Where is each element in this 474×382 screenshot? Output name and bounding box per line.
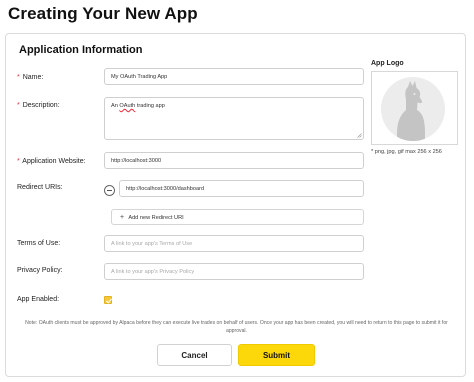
terms-label: Terms of Use: [17,240,61,247]
description-text-suffix: trading app [136,103,165,109]
submit-button[interactable]: Submit [238,344,315,366]
alpaca-logo-icon [381,77,445,141]
app-logo-label: App Logo [371,60,404,67]
description-text-spellcheck: OAuth [119,103,136,109]
cancel-button[interactable]: Cancel [157,344,232,366]
name-input[interactable]: My OAuth Trading App [104,68,364,85]
redirect-uris-label: Redirect URIs: [17,184,63,191]
name-label: * Name: [17,74,43,81]
add-redirect-uri-button[interactable]: + Add new Redirect URI [111,209,364,225]
app-enabled-checkbox[interactable] [104,296,112,304]
description-text-prefix: An [111,103,118,109]
required-marker: * [17,102,20,109]
resize-grip-icon[interactable] [357,133,362,138]
description-label: * Description: [17,102,60,109]
app-form-card: Application Information * Name: My OAuth… [5,33,466,377]
privacy-label: Privacy Policy: [17,267,63,274]
description-label-text: Description: [22,102,60,109]
plus-icon: + [120,214,125,221]
remove-uri-button[interactable] [104,185,115,196]
app-logo-upload[interactable] [371,71,458,145]
page-title: Creating Your New App [8,4,198,23]
terms-input[interactable]: A link to your app's Terms of Use [104,235,364,252]
add-redirect-uri-label: Add new Redirect URI [128,215,184,221]
description-textarea[interactable]: An OAuth trading app [104,97,364,140]
privacy-input[interactable]: A link to your app's Privacy Policy [104,263,364,280]
approval-note: Note: OAuth clients must be approved by … [25,320,448,334]
website-input[interactable]: http://localhost:3000 [104,152,364,169]
checkmark-icon [106,298,112,304]
website-label: * Application Website: [17,158,86,165]
logo-format-hint: * png, jpg, gif max 256 x 256 [371,149,442,155]
name-label-text: Name: [22,74,44,81]
required-marker: * [17,158,20,165]
section-title: Application Information [19,44,143,56]
required-marker: * [17,74,20,81]
website-label-text: Application Website: [22,158,86,165]
redirect-uri-input[interactable]: http://localhost:3000/dashboard [119,180,364,197]
app-enabled-label: App Enabled: [17,296,60,303]
